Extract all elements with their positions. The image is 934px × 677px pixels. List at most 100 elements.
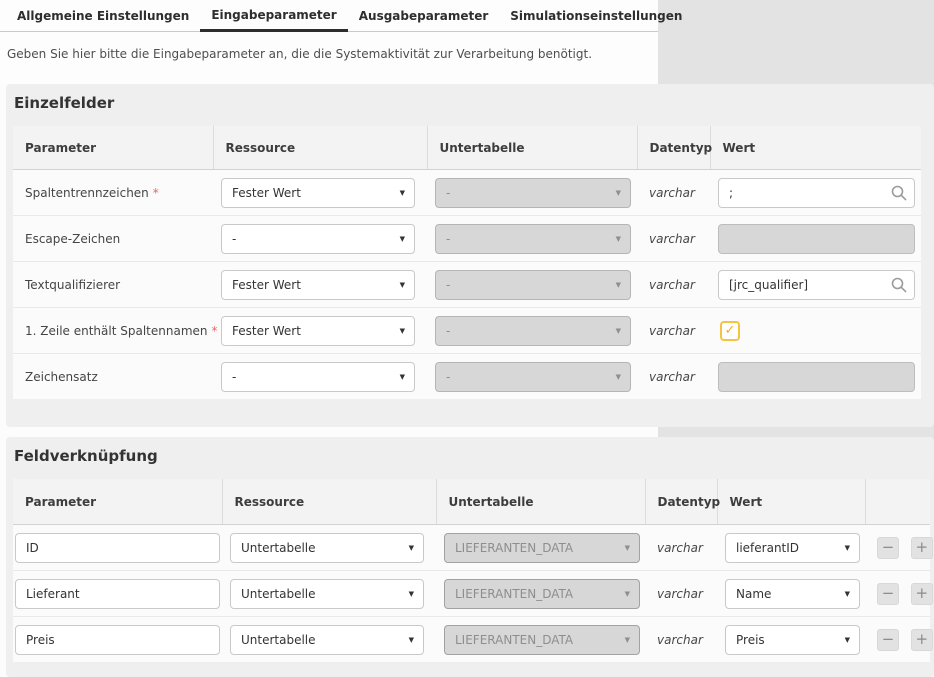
column-header-untertabelle: Untertabelle [427, 126, 637, 170]
parameter-input[interactable] [15, 625, 220, 655]
select-value: Fester Wert [232, 324, 301, 338]
remove-row-button[interactable]: − [877, 629, 899, 651]
search-icon[interactable] [891, 277, 907, 293]
ressource-select[interactable]: Untertabelle▼ [230, 625, 424, 655]
ressource-select[interactable]: -▼ [221, 362, 415, 392]
datentyp-value: varchar [649, 370, 695, 384]
parameter-label: Spaltentrennzeichen [25, 186, 149, 200]
select-value: LIEFERANTEN_DATA [455, 541, 573, 555]
table-row: Untertabelle▼ LIEFERANTEN_DATA▼ varchar … [13, 617, 930, 663]
chevron-down-icon: ▼ [625, 636, 630, 644]
wert-input[interactable] [718, 178, 915, 208]
ressource-select[interactable]: Fester Wert ▼ [221, 270, 415, 300]
column-header-parameter: Parameter [13, 126, 213, 170]
select-value: Fester Wert [232, 278, 301, 292]
select-value: - [446, 186, 450, 200]
column-header-datentyp: Datentyp [645, 479, 717, 525]
table-row: Untertabelle▼ LIEFERANTEN_DATA▼ varchar … [13, 525, 930, 571]
column-header-ressource: Ressource [222, 479, 436, 525]
select-value: - [232, 370, 236, 384]
chevron-down-icon: ▼ [400, 327, 405, 335]
plus-icon: + [916, 540, 929, 555]
chevron-down-icon: ▼ [845, 636, 850, 644]
untertabelle-select-disabled: -▼ [435, 224, 631, 254]
page-description: Geben Sie hier bitte die Eingabeparamete… [7, 47, 658, 61]
tab-strip: Allgemeine Einstellungen Eingabeparamete… [0, 0, 658, 32]
tab-simulationseinstellungen[interactable]: Simulationseinstellungen [499, 0, 693, 31]
chevron-down-icon: ▼ [400, 281, 405, 289]
ressource-select[interactable]: Untertabelle ▼ [230, 533, 424, 563]
table-row: Untertabelle▼ LIEFERANTEN_DATA▼ varchar … [13, 571, 930, 617]
chevron-down-icon: ▼ [409, 590, 414, 598]
datentyp-value: varchar [649, 186, 695, 200]
select-value: - [446, 370, 450, 384]
search-icon[interactable] [891, 185, 907, 201]
einzelfelder-title: Einzelfelder [6, 84, 934, 112]
datentyp-value: varchar [649, 324, 695, 338]
ressource-select[interactable]: Fester Wert ▼ [221, 316, 415, 346]
table-header-row: Parameter Ressource Untertabelle Datenty… [13, 126, 921, 170]
table-row: Spaltentrennzeichen * Fester Wert▼ -▼ var… [13, 170, 921, 216]
chevron-down-icon: ▼ [616, 281, 621, 289]
chevron-down-icon: ▼ [409, 544, 414, 552]
parameter-input[interactable] [15, 579, 220, 609]
table-row: Zeichensatz -▼ -▼ varchar [13, 354, 921, 400]
untertabelle-select-disabled: -▼ [435, 178, 631, 208]
required-asterisk: * [212, 324, 218, 338]
untertabelle-select-disabled: LIEFERANTEN_DATA▼ [444, 579, 640, 609]
parameter-label: Textqualifizierer [25, 278, 120, 292]
add-row-button[interactable]: + [911, 583, 933, 605]
datentyp-value: varchar [657, 541, 703, 555]
select-value: Untertabelle [241, 633, 316, 647]
add-row-button[interactable]: + [911, 537, 933, 559]
select-value: - [446, 324, 450, 338]
chevron-down-icon: ▼ [845, 590, 850, 598]
wert-search-field [718, 270, 915, 300]
datentyp-value: varchar [657, 587, 703, 601]
select-value: - [232, 232, 236, 246]
select-value: Untertabelle [241, 541, 316, 555]
untertabelle-select-disabled: -▼ [435, 270, 631, 300]
ressource-select[interactable]: Fester Wert▼ [221, 178, 415, 208]
remove-row-button[interactable]: − [877, 537, 899, 559]
feldverknuepfung-title: Feldverknüpfung [6, 437, 934, 465]
chevron-down-icon: ▼ [625, 544, 630, 552]
wert-input-disabled [718, 224, 915, 254]
untertabelle-select-disabled: LIEFERANTEN_DATA ▼ [444, 625, 640, 655]
chevron-down-icon: ▼ [625, 590, 630, 598]
minus-icon: − [882, 632, 895, 647]
select-value: LIEFERANTEN_DATA [455, 633, 573, 647]
wert-select[interactable]: Preis ▼ [725, 625, 860, 655]
tab-eingabeparameter[interactable]: Eingabeparameter [200, 0, 347, 32]
table-row: 1. Zeile enthält Spaltennamen * Fester We… [13, 308, 921, 354]
einzelfelder-table: Parameter Ressource Untertabelle Datenty… [13, 126, 921, 399]
wert-select[interactable]: lieferantID▼ [725, 533, 860, 563]
datentyp-value: varchar [649, 232, 695, 246]
tab-bar: Allgemeine Einstellungen Eingabeparamete… [0, 0, 658, 84]
column-header-parameter: Parameter [13, 479, 222, 525]
wert-checkbox[interactable]: ✓ [720, 321, 740, 341]
wert-select[interactable]: Name ▼ [725, 579, 860, 609]
minus-icon: − [882, 540, 895, 555]
add-row-button[interactable]: + [911, 629, 933, 651]
parameter-input[interactable] [15, 533, 220, 563]
column-header-untertabelle: Untertabelle [436, 479, 645, 525]
check-icon: ✓ [725, 324, 736, 337]
column-header-wert: Wert [710, 126, 921, 170]
ressource-select[interactable]: -▼ [221, 224, 415, 254]
parameter-label: 1. Zeile enthält Spaltennamen [25, 324, 208, 338]
table-row: Escape-Zeichen -▼ -▼ varchar [13, 216, 921, 262]
required-asterisk: * [153, 186, 159, 200]
ressource-select[interactable]: Untertabelle▼ [230, 579, 424, 609]
chevron-down-icon: ▼ [845, 544, 850, 552]
plus-icon: + [916, 632, 929, 647]
select-value: Preis [736, 633, 765, 647]
tab-ausgabeparameter[interactable]: Ausgabeparameter [348, 0, 500, 31]
tab-allgemeine-einstellungen[interactable]: Allgemeine Einstellungen [6, 0, 200, 31]
remove-row-button[interactable]: − [877, 583, 899, 605]
column-header-ressource: Ressource [213, 126, 427, 170]
wert-input[interactable] [718, 270, 915, 300]
select-value: - [446, 232, 450, 246]
select-value: Name [736, 587, 771, 601]
column-header-datentyp: Datentyp [637, 126, 710, 170]
